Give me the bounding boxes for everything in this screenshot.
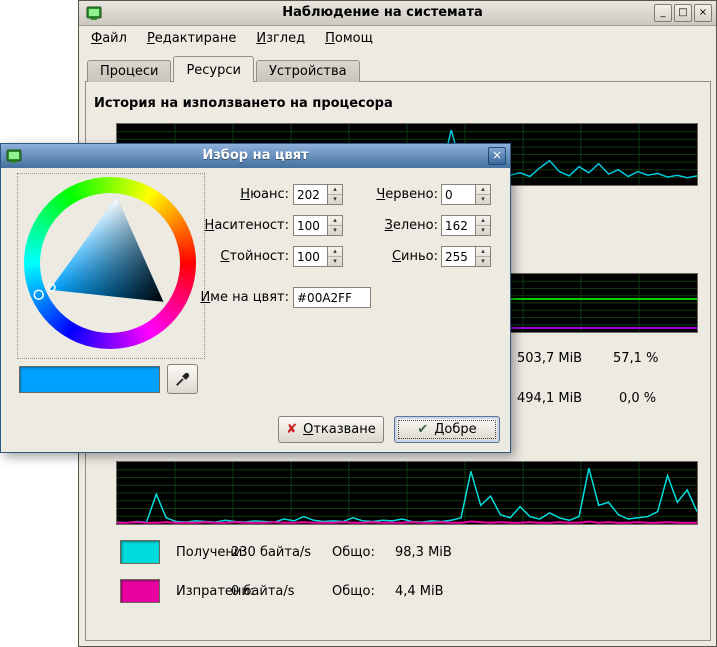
color-name-label: Име на цвят: [151,287,289,308]
hue-input[interactable] [293,184,327,205]
blue-spin-down-icon[interactable]: ▾ [476,257,490,266]
cancel-x-icon: ✘ [286,423,297,436]
blue-input[interactable] [441,246,475,267]
ok-check-icon: ✔ [417,423,428,436]
red-spin-down-icon[interactable]: ▾ [476,195,490,204]
ok-button[interactable]: ✔ Добре [394,416,500,443]
received-color-swatch[interactable] [120,540,160,564]
tab-processes[interactable]: Процеси [87,60,171,82]
system-monitor-icon [86,5,102,21]
menu-help[interactable]: Помощ [315,26,383,52]
blue-label: Синьо: [331,246,438,267]
value-input[interactable] [293,246,327,267]
menu-file[interactable]: Файл [81,26,137,52]
tab-resources[interactable]: Ресурси [173,56,254,82]
cancel-button[interactable]: ✘ Отказване [278,416,384,443]
red-spin-up-icon[interactable]: ▴ [476,185,490,195]
green-spinner: ▴▾ [441,215,491,236]
dialog-title: Избор на цвят [31,148,480,163]
sent-color-swatch[interactable] [120,579,160,603]
menu-view[interactable]: Изглед [246,26,315,52]
saturation-input[interactable] [293,215,327,236]
cpu-section-title: История на използването на процесора [94,96,393,111]
hue-label: Нюанс: [151,184,289,205]
received-rate: 230 байта/s [231,545,311,560]
sent-rate: 0 байта/s [231,584,295,599]
ok-button-label: Добре [434,422,476,437]
memory-percent: 57,1 % [613,351,658,366]
desktop: Наблюдение на системата _ □ × Файл Редак… [0,0,717,647]
menubar: Файл Редактиране Изглед Помощ [81,26,383,52]
notebook-tabs: Процеси Ресурси Устройства [87,56,362,82]
main-titlebar[interactable]: Наблюдение на системата _ □ × [79,1,716,26]
green-input[interactable] [441,215,475,236]
main-window-title: Наблюдение на системата [119,5,646,20]
blue-spin-up-icon[interactable]: ▴ [476,247,490,257]
menu-edit[interactable]: Редактиране [137,26,246,52]
red-label: Червено: [331,184,438,205]
maximize-icon[interactable]: □ [674,4,692,22]
eyedropper-icon [174,370,192,388]
dialog-titlebar[interactable]: Избор на цвят × [1,144,510,168]
color-name-input[interactable] [293,287,371,308]
blue-spinner: ▴▾ [441,246,491,267]
swap-percent: 0,0 % [619,391,656,406]
green-spin-up-icon[interactable]: ▴ [476,216,490,226]
red-spinner: ▴▾ [441,184,491,205]
green-spin-down-icon[interactable]: ▾ [476,226,490,235]
memory-amount: 503,7 MiB [517,351,582,366]
network-history-chart [116,461,698,525]
dialog-close-icon[interactable]: × [488,147,506,165]
green-label: Зелено: [331,215,438,236]
received-total-label: Общо: [332,545,375,560]
color-picker-dialog: Избор на цвят × [0,143,511,453]
swap-amount: 494,1 MiB [517,391,582,406]
saturation-label: Наситеност: [151,215,289,236]
dialog-app-icon [6,148,22,164]
cancel-button-label: Отказване [303,422,376,437]
color-preview [19,366,160,393]
sent-total-label: Общо: [332,584,375,599]
close-icon[interactable]: × [694,4,712,22]
hue-marker[interactable] [34,290,43,299]
sent-total: 4,4 MiB [395,584,444,599]
red-input[interactable] [441,184,475,205]
tab-devices[interactable]: Устройства [256,60,360,82]
minimize-icon[interactable]: _ [654,4,672,22]
value-label: Стойност: [151,246,289,267]
eyedropper-button[interactable] [167,364,198,394]
received-total: 98,3 MiB [395,545,452,560]
